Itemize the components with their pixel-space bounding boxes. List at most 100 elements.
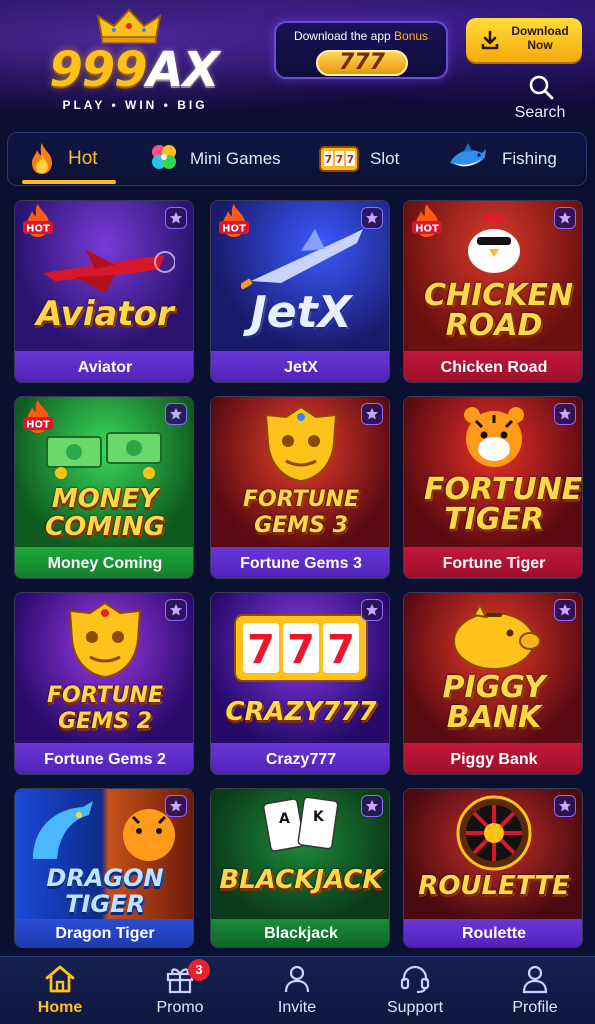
game-card-chicken-road[interactable]: CHICKEN ROAD Chicken Road HOT (403, 200, 583, 383)
chicken-icon (468, 213, 520, 273)
favorite-star-button[interactable] (361, 599, 383, 621)
svg-text:A: A (279, 811, 290, 827)
star-icon (366, 408, 378, 420)
game-art-title-text: CHICKEN ROAD (424, 278, 574, 343)
search-icon (529, 75, 554, 100)
game-art-title-text: FORTUNE GEMS 2 (47, 683, 163, 734)
nav-promo[interactable]: 3 Promo (130, 957, 230, 1024)
nav-support-label: Support (386, 999, 444, 1016)
favorite-star-button[interactable] (361, 403, 383, 425)
hot-badge-icon: HOT (219, 204, 249, 237)
bonus-prefix: Download the app (293, 29, 391, 43)
game-art-title-text: FORTUNE TIGER (424, 472, 583, 537)
game-card-roulette[interactable]: ROULETTE Roulette (403, 788, 583, 948)
bonus-amount: 777 (316, 50, 408, 76)
svg-text:7: 7 (347, 153, 355, 166)
fire-icon (32, 143, 52, 174)
game-name: Money Coming (15, 547, 193, 578)
tab-mini-games[interactable]: Mini Games (148, 133, 288, 185)
tab-hot[interactable]: Hot (22, 133, 122, 185)
piggy-bank-icon (453, 602, 541, 670)
svg-text:7: 7 (336, 153, 344, 166)
favorite-star-button[interactable] (554, 795, 576, 817)
star-icon (170, 212, 182, 224)
game-art-title: Aviator (36, 294, 174, 334)
favorite-star-button[interactable] (361, 795, 383, 817)
brand-logo[interactable]: 999AX PLAY • WIN • BIG (14, 8, 254, 118)
game-name: Blackjack (211, 919, 389, 947)
game-art-title: CHICKEN ROAD (404, 278, 582, 343)
star-icon (170, 604, 182, 616)
slot-machine-icon: 7 7 7 (319, 146, 359, 172)
game-card-aviator[interactable]: Aviator Aviator HOT (14, 200, 194, 383)
roulette-wheel-icon (456, 795, 532, 871)
star-icon (366, 800, 378, 812)
game-art-title: CRAZY777 (211, 697, 389, 727)
shark-icon (450, 143, 486, 167)
game-art-title: ROULETTE (404, 873, 582, 899)
game-art-title: PIGGY BANK (404, 673, 582, 733)
game-name: Dragon Tiger (15, 919, 193, 947)
star-icon (366, 212, 378, 224)
star-icon (559, 800, 571, 812)
favorite-star-button[interactable] (554, 403, 576, 425)
logo-letters: AX (146, 42, 220, 98)
logo-wordmark: 999AX (14, 44, 254, 96)
tab-slot[interactable]: 7 7 7 Slot (318, 133, 428, 185)
star-icon (559, 408, 571, 420)
svg-text:K: K (313, 809, 325, 825)
nav-invite[interactable]: Invite (247, 957, 347, 1024)
game-name: Crazy777 (211, 743, 389, 774)
home-icon (45, 965, 75, 993)
nav-profile[interactable]: Profile (485, 957, 585, 1024)
promo-badge: 3 (188, 959, 210, 981)
download-icon (481, 30, 499, 50)
game-art-title: JetX (211, 291, 389, 335)
game-art-title-text: FORTUNE GEMS 3 (243, 487, 359, 538)
game-card-fortune-gems-3[interactable]: FORTUNE GEMS 3 Fortune Gems 3 (210, 396, 390, 579)
game-card-blackjack[interactable]: A K BLACKJACK Blackjack (210, 788, 390, 948)
golden-mask-icon (264, 405, 338, 483)
playing-cards-icon: A K (262, 796, 339, 852)
app-header: 999AX PLAY • WIN • BIG Download the app … (0, 0, 595, 128)
download-app-button[interactable]: Download Now (466, 18, 582, 62)
nav-support[interactable]: Support (365, 957, 465, 1024)
favorite-star-button[interactable] (165, 599, 187, 621)
dragon-icon (33, 801, 93, 859)
favorite-star-button[interactable] (554, 207, 576, 229)
favorite-star-button[interactable] (165, 403, 187, 425)
favorite-star-button[interactable] (165, 207, 187, 229)
game-card-fortune-gems-2[interactable]: FORTUNE GEMS 2 Fortune Gems 2 (14, 592, 194, 775)
svg-text:7: 7 (325, 153, 333, 166)
game-art-title: MONEY COMING (15, 485, 193, 541)
hot-badge-icon: HOT (23, 204, 53, 237)
game-card-money-coming[interactable]: MONEY COMING Money Coming HOT (14, 396, 194, 579)
game-art-title-text: JetX (250, 287, 352, 338)
tab-fishing[interactable]: Fishing (448, 133, 578, 185)
game-card-dragon-tiger[interactable]: DRAGON TIGER Dragon Tiger (14, 788, 194, 948)
user-icon (522, 965, 548, 994)
search-button[interactable]: Search (508, 72, 572, 124)
nav-home[interactable]: Home (10, 957, 110, 1024)
favorite-star-button[interactable] (554, 599, 576, 621)
app-bonus-banner[interactable]: Download the app Bonus 777 (274, 21, 448, 79)
tab-slot-label: Slot (370, 149, 400, 168)
download-label: Download Now (511, 24, 569, 52)
game-name: Fortune Gems 2 (15, 743, 193, 774)
cash-stack-icon (46, 432, 162, 479)
favorite-star-button[interactable] (165, 795, 187, 817)
svg-text:7: 7 (247, 627, 275, 673)
game-card-crazy777[interactable]: 7 7 7 CRAZY777 Crazy777 (210, 592, 390, 775)
hot-badge-text: HOT (26, 420, 50, 431)
tab-mini-games-label: Mini Games (190, 149, 281, 168)
game-card-piggy-bank[interactable]: PIGGY BANK Piggy Bank (403, 592, 583, 775)
game-art-title: FORTUNE TIGER (404, 472, 583, 537)
nav-invite-label: Invite (277, 999, 317, 1016)
game-art-title-text: CRAZY777 (225, 697, 377, 727)
favorite-star-button[interactable] (361, 207, 383, 229)
svg-text:7: 7 (287, 627, 315, 673)
game-card-fortune-tiger[interactable]: FORTUNE TIGER Fortune Tiger (403, 396, 583, 579)
game-card-jetx[interactable]: JetX JetX HOT (210, 200, 390, 383)
hot-badge-icon: HOT (412, 204, 442, 237)
game-art-title: FORTUNE GEMS 2 (15, 683, 193, 735)
